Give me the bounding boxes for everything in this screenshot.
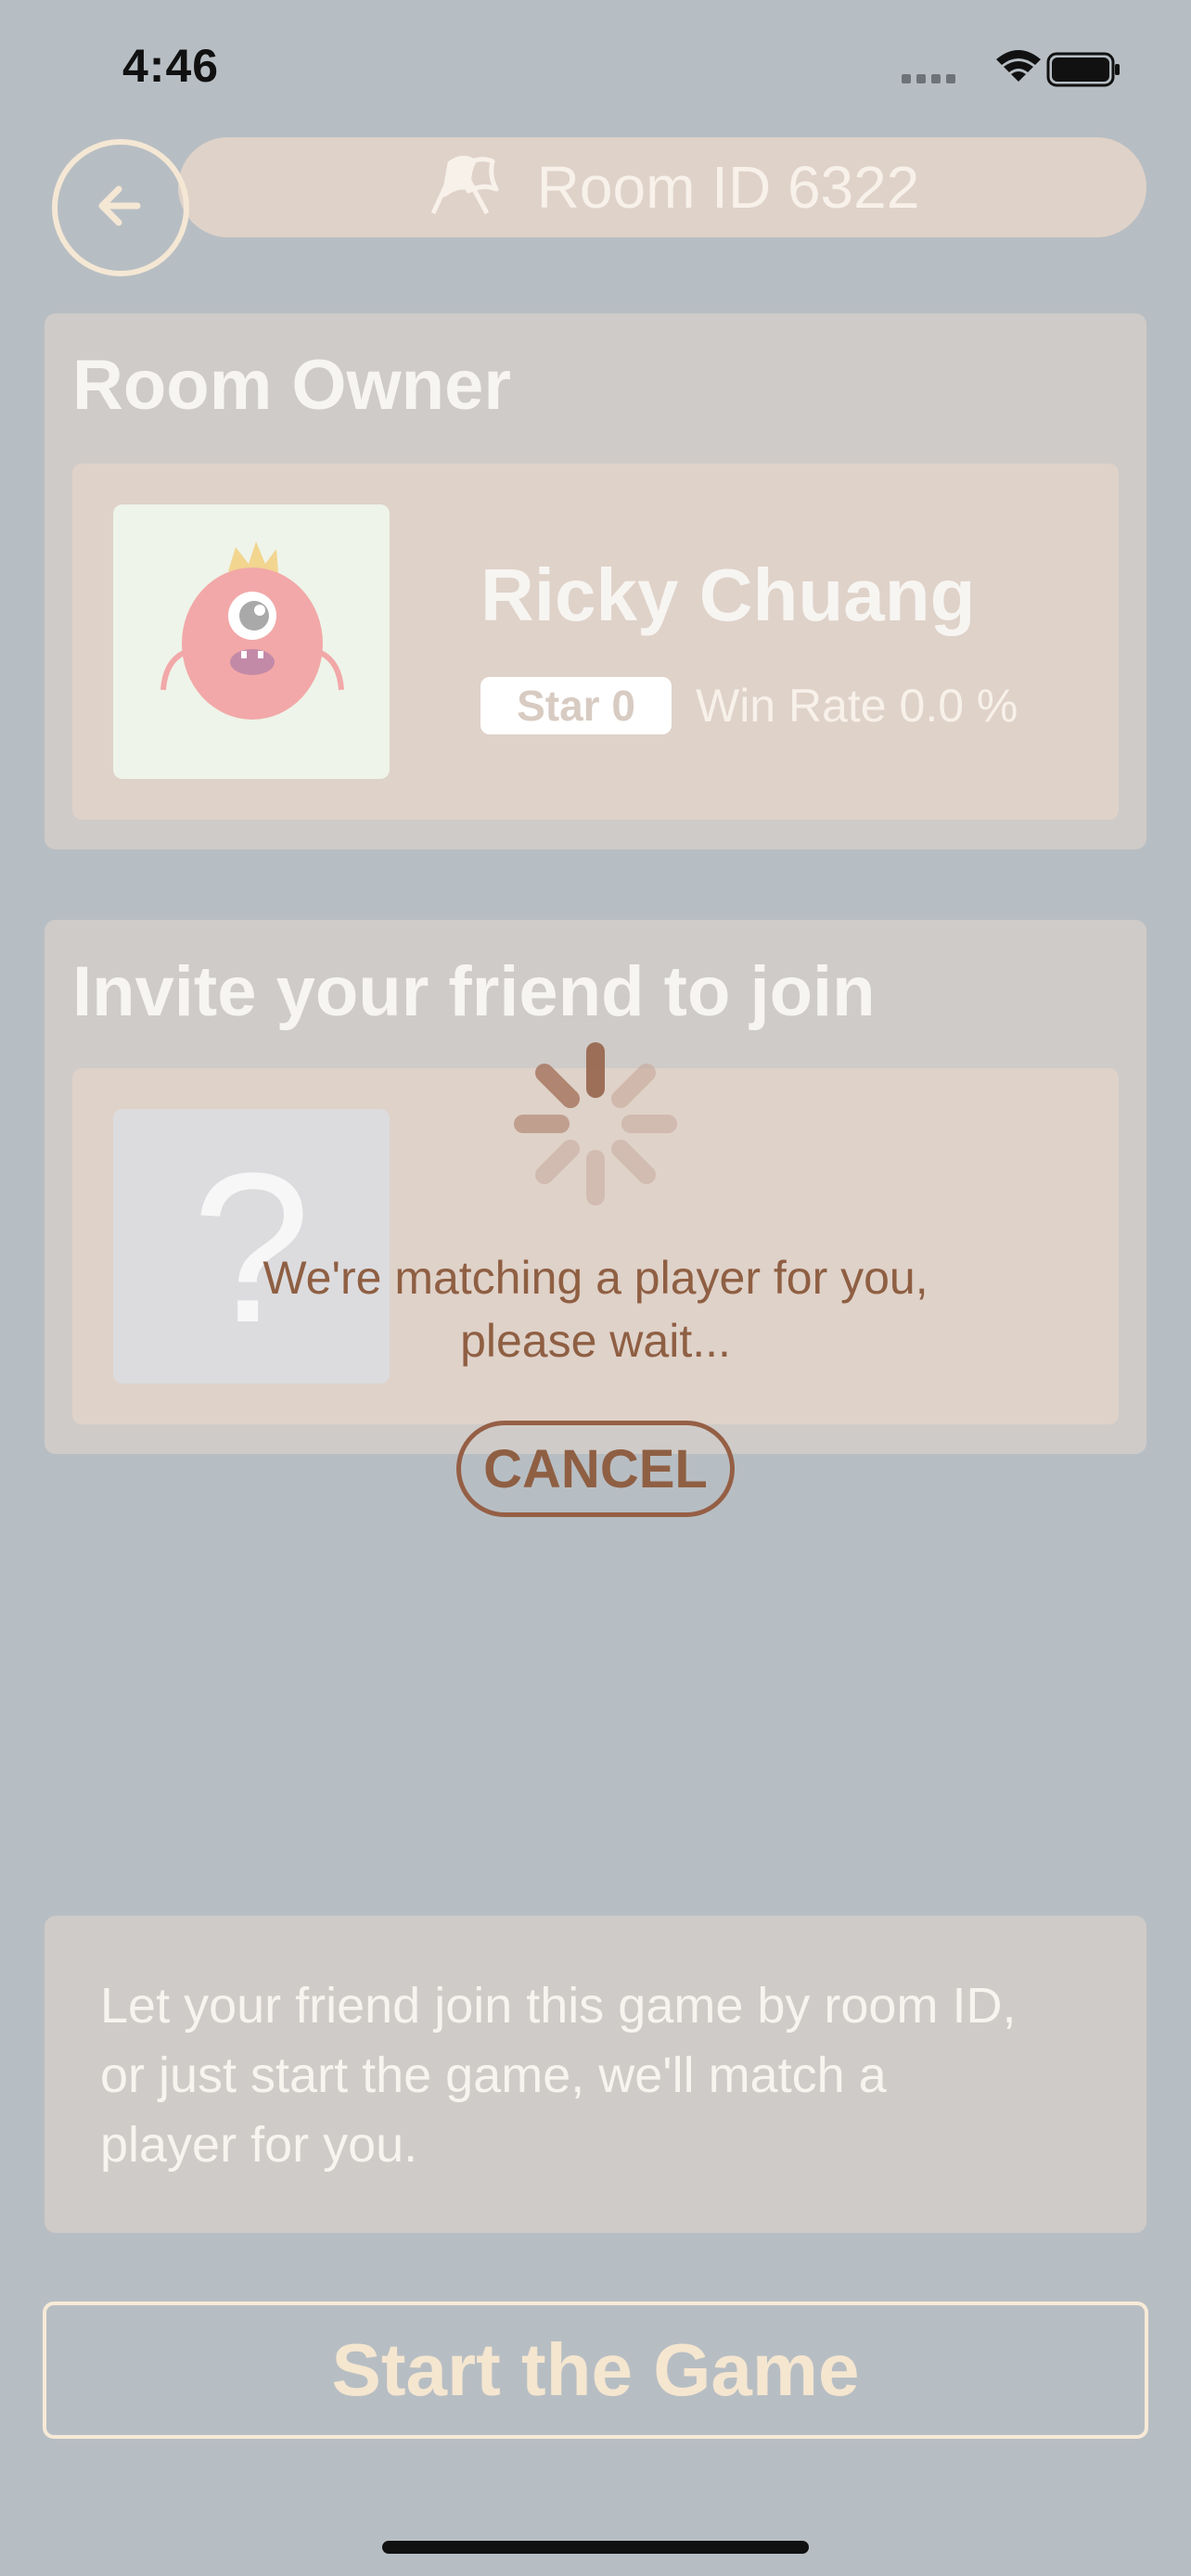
- back-button[interactable]: [52, 139, 189, 276]
- invite-title: Invite your friend to join: [72, 952, 876, 1031]
- status-icons: [900, 46, 1122, 91]
- info-line3: player for you.: [100, 2117, 418, 2173]
- info-line1: Let your friend join this game by room I…: [100, 1978, 1017, 2034]
- status-time: 4:46: [122, 40, 220, 92]
- win-rate: Win Rate 0.0 %: [696, 680, 1018, 732]
- room-id-label: Room ID 6322: [536, 154, 920, 221]
- arrow-left-icon: [83, 169, 158, 248]
- battery-icon: [1046, 52, 1120, 87]
- home-indicator[interactable]: [382, 2541, 809, 2554]
- matching-message: We're matching a player for you, please …: [186, 1246, 1005, 1372]
- monster-avatar-icon: [160, 542, 344, 720]
- matching-message-line1: We're matching a player for you,: [263, 1252, 928, 1304]
- wifi-icon: [996, 50, 1041, 82]
- matching-message-line2: please wait...: [460, 1315, 731, 1367]
- room-id-banner: Room ID 6322: [178, 137, 1146, 237]
- info-text: Let your friend join this game by room I…: [100, 1971, 1121, 2180]
- loading-spinner-icon: [501, 1039, 690, 1209]
- info-line2: or just start the game, we'll match a: [100, 2047, 887, 2103]
- cancel-button[interactable]: CANCEL: [456, 1421, 735, 1517]
- owner-name: Ricky Chuang: [480, 554, 976, 636]
- star-badge: Star 0: [480, 677, 672, 734]
- room-owner-title: Room Owner: [72, 346, 511, 425]
- start-game-button[interactable]: Start the Game: [43, 2302, 1148, 2439]
- flags-icon: [405, 148, 517, 227]
- owner-avatar: [113, 504, 390, 779]
- cellular-signal-icon: [902, 74, 955, 83]
